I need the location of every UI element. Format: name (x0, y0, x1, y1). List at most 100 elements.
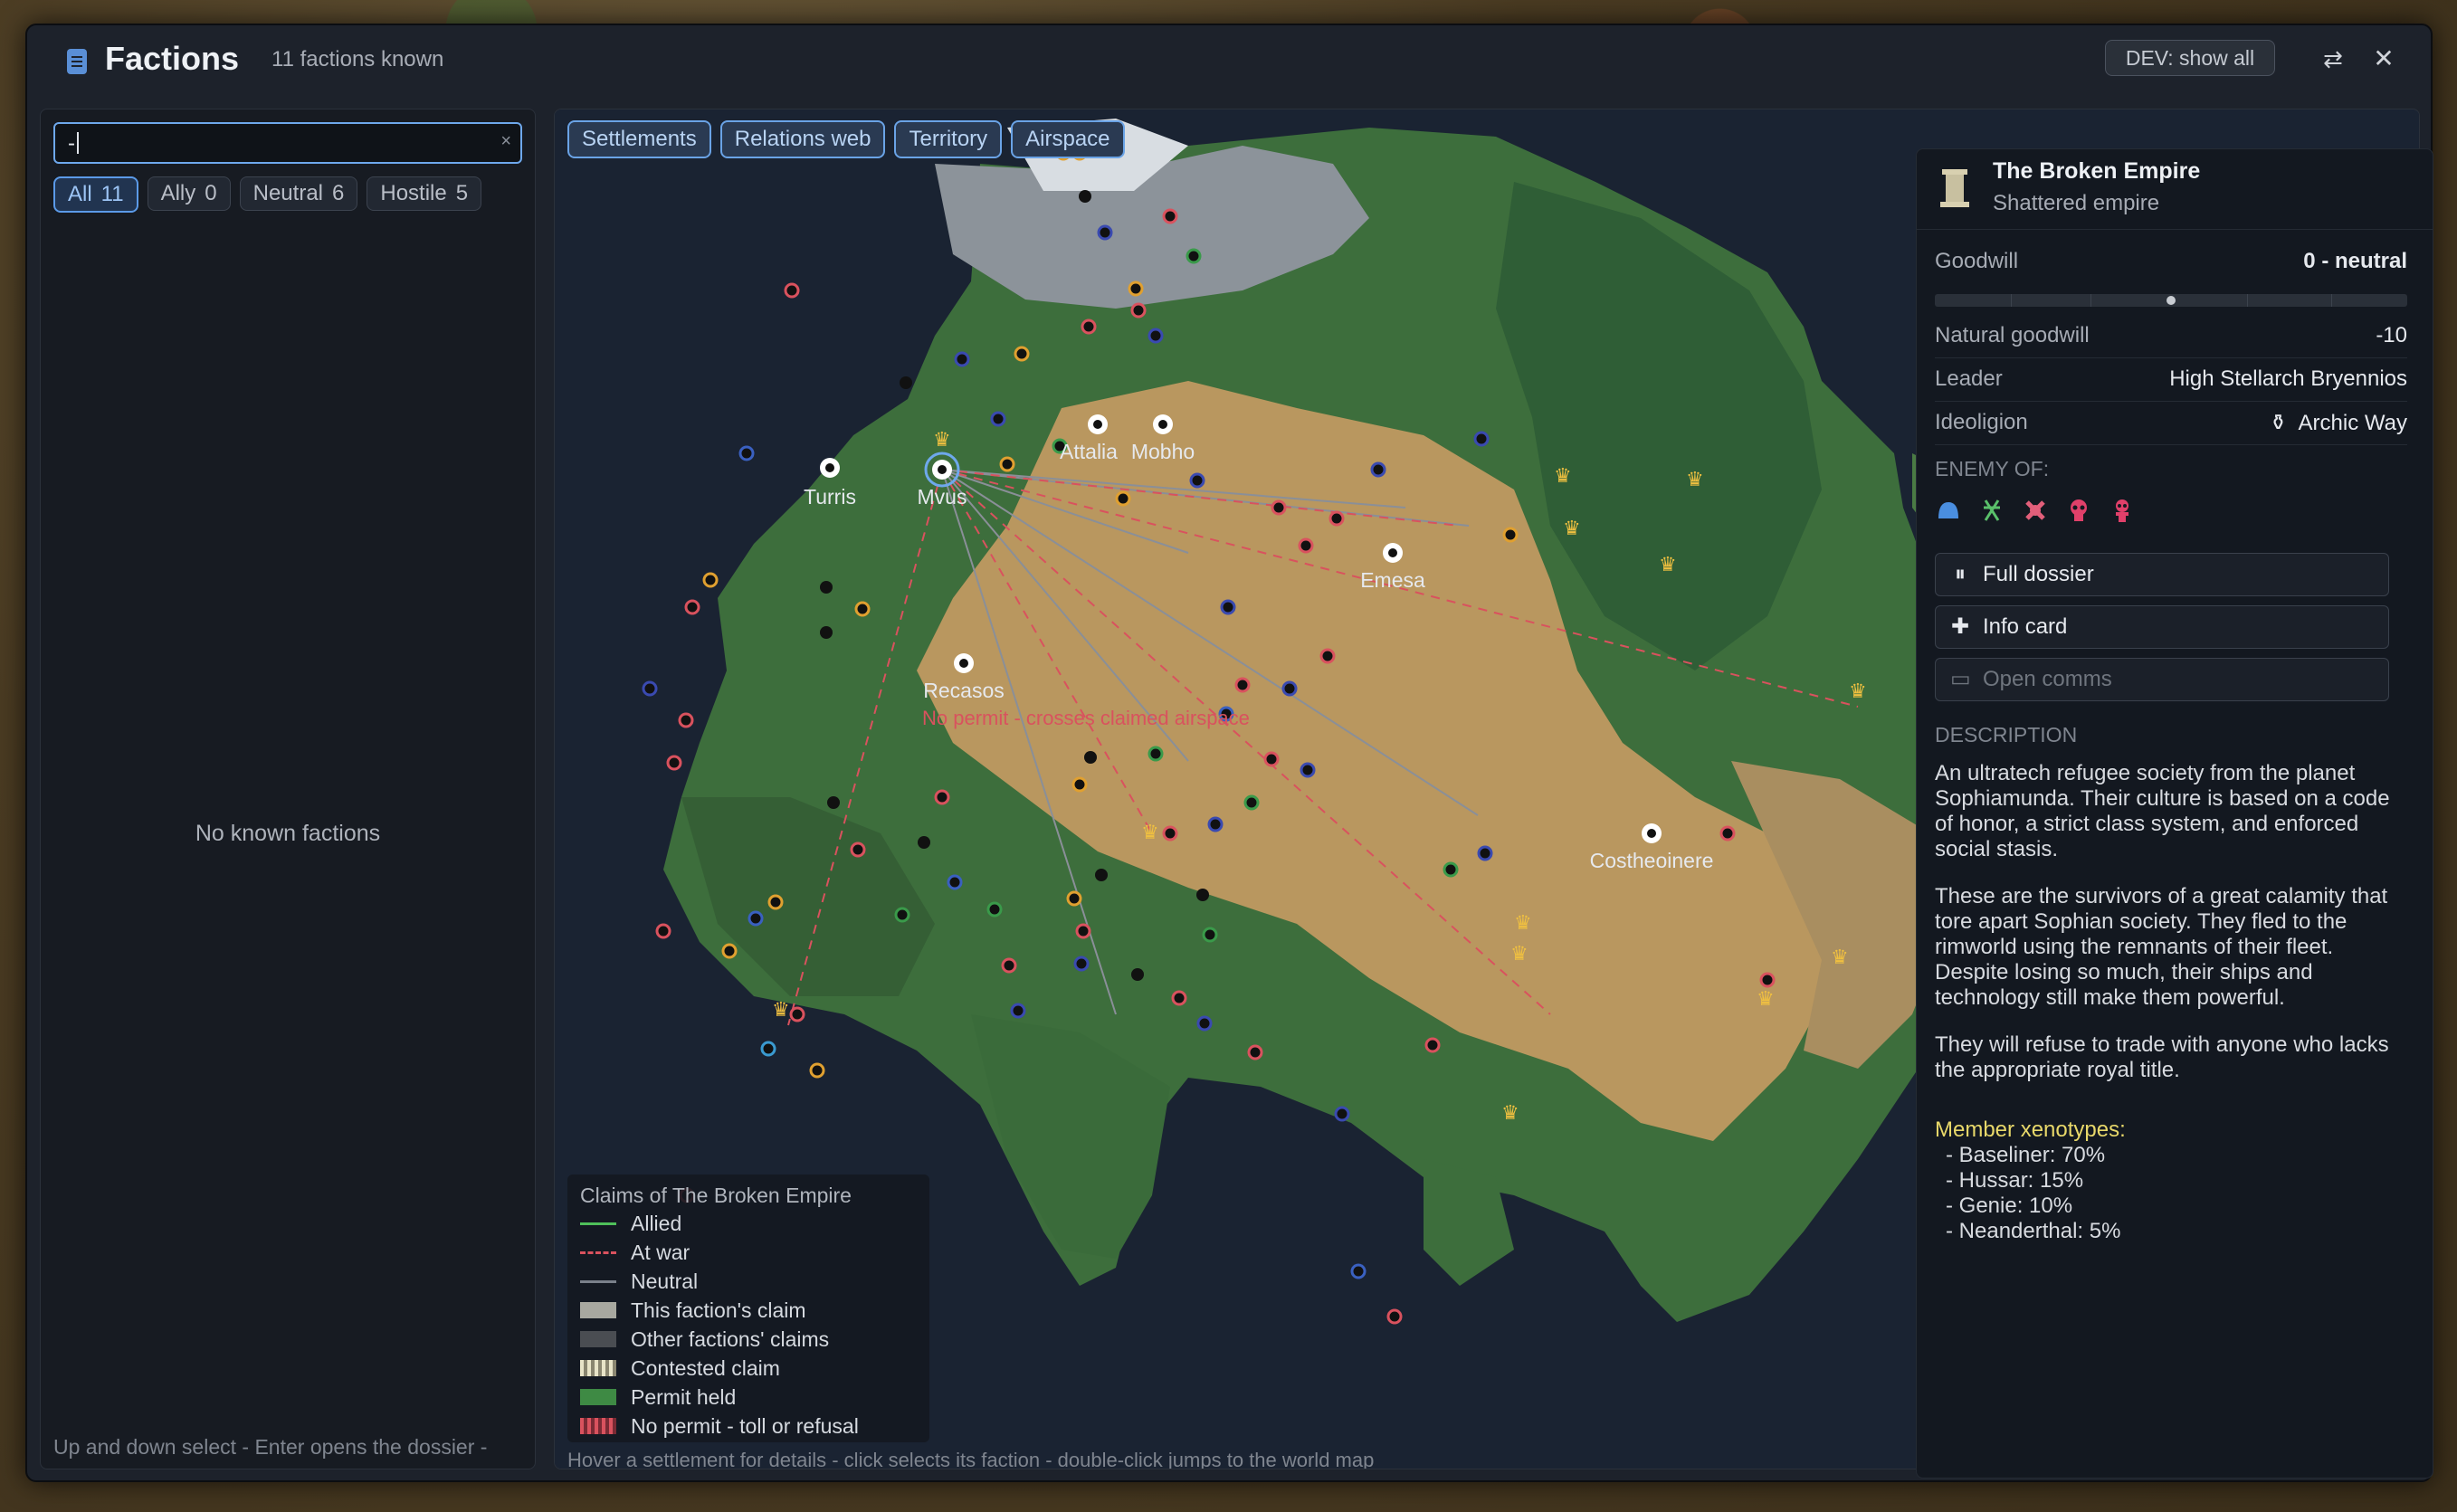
insect-icon[interactable] (2022, 497, 2049, 524)
crown-icon: ♛ (1686, 468, 1704, 490)
settlement-dot (1097, 224, 1113, 241)
filter-neutral[interactable]: Neutral 6 (239, 176, 358, 211)
settlement-dot (809, 1062, 825, 1079)
settlement-dot (1334, 1106, 1350, 1122)
faction-type: Shattered empire (1993, 191, 2160, 215)
button-label: Open comms (1983, 667, 2112, 691)
ideoligion-value: ⚱ Archic Way (2269, 410, 2407, 436)
settlement-label: Mobho (1131, 440, 1195, 463)
settlement-dot (1071, 776, 1088, 793)
xenotypes-label: Member xenotypes: (1935, 1117, 2126, 1142)
filter-label: All (68, 182, 92, 206)
close-icon[interactable]: ✕ (2367, 43, 2400, 74)
full-dossier-button[interactable]: ⏸ Full dossier (1935, 553, 2389, 596)
tab-airspace[interactable]: Airspace (1011, 120, 1125, 158)
tab-relations-web[interactable]: Relations web (719, 120, 886, 158)
settlement-dot (1473, 431, 1490, 447)
settlement-dot (789, 1006, 805, 1022)
open-comms-button[interactable]: ▭ Open comms (1935, 658, 2389, 701)
description-paragraph: An ultratech refugee society from the pl… (1935, 761, 2390, 861)
tribe-icon[interactable] (1978, 497, 2005, 524)
settlement-dot (1095, 869, 1108, 881)
settlement-dot (1263, 751, 1280, 767)
ideoligion-icon: ⚱ (2269, 411, 2288, 435)
empire-banner-icon (1940, 169, 1969, 207)
settlement-dot (1115, 490, 1131, 507)
crown-icon: ♛ (772, 998, 790, 1021)
legend-swatch-permit (580, 1389, 616, 1405)
settlement-dot (1148, 746, 1164, 762)
clear-search-icon[interactable]: × (500, 131, 511, 152)
settlement-dot (760, 1041, 776, 1057)
legend-swatch-claim (580, 1302, 616, 1318)
swap-icon[interactable]: ⇄ (2317, 43, 2349, 74)
settlement-label: Recasos (923, 679, 1004, 702)
crown-icon: ♛ (1831, 946, 1849, 968)
crown-icon: ♛ (1849, 680, 1867, 702)
natural-goodwill-label: Natural goodwill (1935, 323, 2090, 347)
crown-icon: ♛ (933, 428, 951, 451)
legend-swatch-other (580, 1331, 616, 1347)
settlement-dot (1075, 923, 1091, 939)
filter-ally[interactable]: Ally 0 (147, 176, 231, 211)
settlement-dot (666, 755, 682, 771)
legend-swatch-war (580, 1250, 616, 1254)
search-input[interactable]: - × (53, 122, 522, 164)
filter-count: 0 (205, 181, 217, 205)
dome-icon[interactable] (1935, 497, 1962, 524)
filter-hostile[interactable]: Hostile 5 (367, 176, 482, 211)
tab-settlements[interactable]: Settlements (567, 120, 711, 158)
search-value: - (68, 131, 79, 157)
info-card-button[interactable]: ✚ Info card (1935, 605, 2389, 649)
list-icon (67, 49, 87, 74)
filter-all[interactable]: All 11 (53, 176, 138, 213)
settlement-dot (1234, 677, 1251, 693)
legend-item: At war (580, 1240, 690, 1265)
airspace-warning: No permit - crosses claimed airspace (922, 707, 1250, 729)
crown-icon: ♛ (1659, 553, 1677, 575)
settlement-dot (986, 901, 1003, 918)
legend-swatch-contested (580, 1360, 616, 1376)
settlement-label: Attalia (1060, 440, 1118, 463)
pause-icon: ⏸ (1955, 562, 1966, 586)
settlement-dot (1189, 472, 1205, 489)
dev-show-all-button[interactable]: DEV: show all (2105, 40, 2275, 76)
settlement-dot (1162, 825, 1178, 842)
settlement-dot (947, 874, 963, 890)
settlement-dot (1130, 302, 1147, 319)
goodwill-value: 0 - neutral (2303, 249, 2407, 273)
legend-item: No permit - toll or refusal (580, 1413, 859, 1439)
settlement-dot (1171, 990, 1187, 1006)
pirate-skull-icon[interactable] (2109, 497, 2136, 524)
settlement-dot (1186, 248, 1202, 264)
legend-label: Permit held (631, 1384, 737, 1409)
settlement-dot (900, 376, 912, 389)
legend-swatch-allied (580, 1222, 616, 1225)
divider (1935, 357, 2407, 358)
settlement-dot (1298, 537, 1314, 554)
map-hint: Hover a settlement for details - click s… (567, 1449, 1375, 1469)
map-legend: Claims of The Broken Empire Allied At wa… (567, 1174, 929, 1442)
pirate-skull-icon[interactable] (2065, 497, 2092, 524)
settlement-dot (894, 907, 910, 923)
settlement-dot (721, 943, 738, 959)
goodwill-tick (2090, 294, 2092, 307)
tab-territory[interactable]: Territory (894, 120, 1003, 158)
legend-item: Neutral (580, 1269, 698, 1294)
settlement-dot (990, 411, 1006, 427)
settlement-dot (1001, 957, 1017, 974)
settlement-dot (827, 796, 840, 809)
settlement-dot (1196, 1015, 1213, 1032)
settlement-dot (820, 581, 833, 594)
settlement-dot (918, 836, 930, 849)
divider (1935, 444, 2407, 445)
legend-label: At war (631, 1240, 690, 1264)
settlement-dot (1300, 762, 1316, 778)
legend-label: Allied (631, 1211, 682, 1235)
ideoligion-row: Ideoligion ⚱ Archic Way (1935, 410, 2407, 445)
settlement-dot (1196, 889, 1209, 901)
legend-item: Permit held (580, 1384, 736, 1410)
settlement-dot (1247, 1044, 1263, 1060)
settlement-label: Costheoinere (1590, 849, 1714, 872)
legend-swatch-nopermit (580, 1418, 616, 1434)
